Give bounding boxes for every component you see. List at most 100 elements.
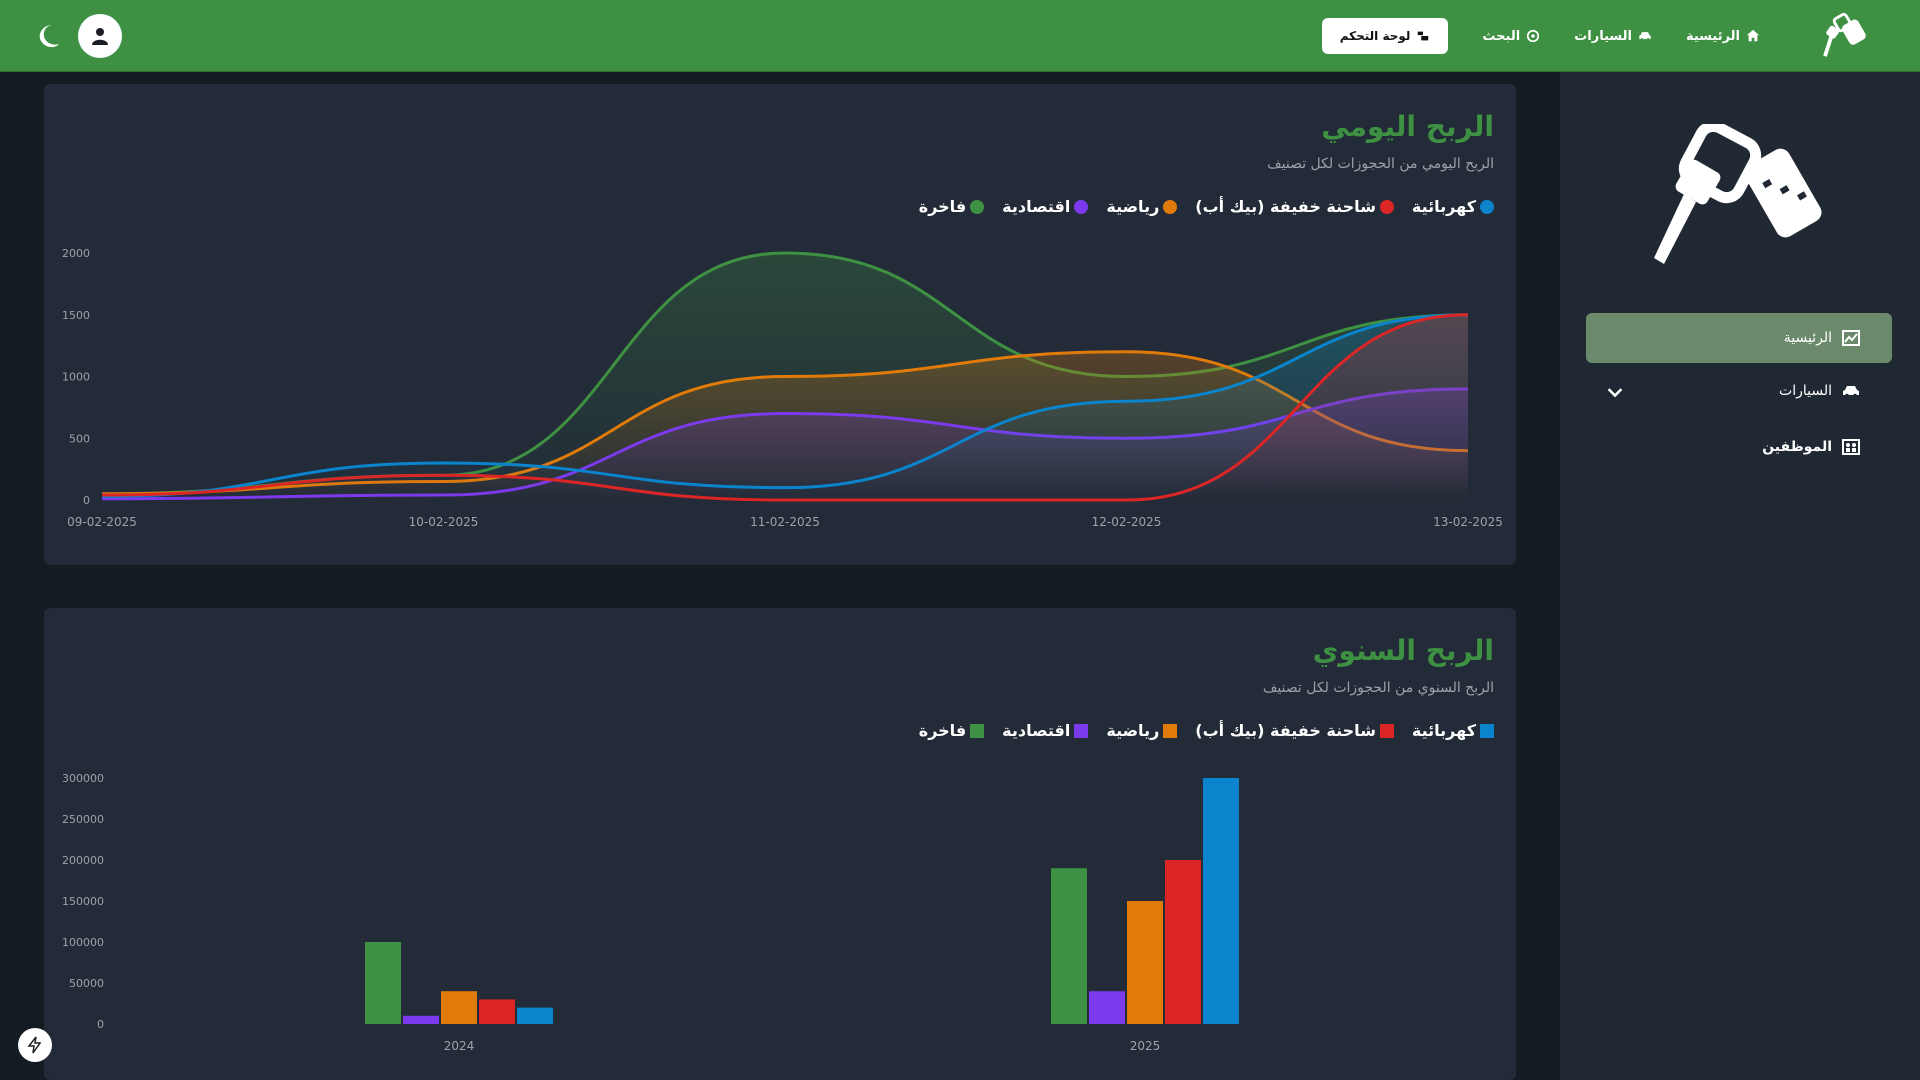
home-icon bbox=[1746, 29, 1760, 42]
y-tick-label: 300000 bbox=[62, 772, 104, 785]
bar[interactable] bbox=[1089, 991, 1125, 1024]
y-tick-label: 100000 bbox=[62, 936, 104, 949]
legend-item[interactable]: فاخرة bbox=[918, 197, 985, 216]
sidebar-item-label: الرئيسية bbox=[1783, 330, 1832, 346]
legend-item[interactable]: كهربائية bbox=[1412, 721, 1494, 740]
legend-swatch bbox=[1074, 723, 1089, 738]
top-navbar: الرئيسية السيارات البحث لوحة التحكم bbox=[0, 0, 1920, 72]
legend-swatch bbox=[1480, 199, 1494, 214]
legend-item[interactable]: اقتصادية bbox=[1002, 721, 1089, 740]
x-tick-label: 09-02-2025 bbox=[67, 515, 137, 529]
bar[interactable] bbox=[1127, 901, 1163, 1024]
sidebar-item-label: السيارات bbox=[1779, 383, 1832, 399]
yearly-profit-title: الربح السنوي bbox=[1312, 634, 1494, 667]
car-icon bbox=[1843, 386, 1859, 398]
legend-label: اقتصادية bbox=[1002, 721, 1071, 740]
yearly-profit-subtitle: الربح السنوي من الحجوزات لكل تصنيف bbox=[1262, 680, 1494, 696]
legend-label: اقتصادية bbox=[1002, 197, 1071, 216]
nav-home-link[interactable]: الرئيسية bbox=[1686, 29, 1760, 44]
daily-profit-chart: 0 500 1000 1500 2000 09-02-2025 10-02-2025 11-0… bbox=[62, 247, 1503, 529]
car-keys-logo-icon[interactable] bbox=[1822, 10, 1880, 62]
sidebar-item-home[interactable]: الرئيسية bbox=[1586, 313, 1892, 363]
users-icon bbox=[1842, 439, 1860, 455]
user-icon bbox=[92, 28, 108, 45]
yearly-profit-card: الربح السنوي الربح السنوي من الحجوزات لك… bbox=[44, 608, 1516, 1080]
x-tick-label: 2025 bbox=[1130, 1039, 1161, 1053]
dashboard-icon bbox=[1418, 31, 1429, 41]
bar[interactable] bbox=[403, 1015, 439, 1024]
sidebar-item-label: الموظفين bbox=[1762, 439, 1832, 455]
sidebar-item-staff[interactable]: الموظفين bbox=[1586, 422, 1892, 472]
legend-swatch bbox=[1480, 723, 1494, 738]
yearly-chart-legend: كهربائية شاحنة خفيفة (بيك أب) رياضية اقتصاد… bbox=[919, 721, 1494, 740]
legend-swatch bbox=[970, 199, 985, 214]
nav-search-label: البحث bbox=[1482, 28, 1521, 44]
y-tick-label: 500 bbox=[69, 432, 90, 445]
legend-item[interactable]: شاحنة خفيفة (بيك أب) bbox=[1195, 197, 1394, 216]
y-tick-label: 1500 bbox=[62, 309, 90, 322]
legend-swatch bbox=[1163, 723, 1178, 738]
bar[interactable] bbox=[441, 991, 477, 1024]
y-tick-label: 2000 bbox=[62, 247, 90, 260]
y-tick-label: 0 bbox=[83, 494, 90, 507]
legend-label: كهربائية bbox=[1411, 721, 1476, 740]
y-tick-label: 250000 bbox=[62, 813, 104, 826]
legend-label: شاحنة خفيفة (بيك أب) bbox=[1195, 197, 1376, 216]
legend-item[interactable]: شاحنة خفيفة (بيك أب) bbox=[1195, 721, 1394, 740]
bar[interactable] bbox=[1203, 778, 1239, 1024]
daily-profit-title: الربح اليومي bbox=[1321, 110, 1494, 143]
bar[interactable] bbox=[365, 942, 401, 1024]
legend-item[interactable]: فاخرة bbox=[918, 721, 985, 740]
legend-label: فاخرة bbox=[918, 197, 967, 216]
y-tick-label: 50000 bbox=[69, 977, 104, 990]
quick-action-button[interactable] bbox=[18, 1028, 52, 1062]
sidebar-item-cars[interactable]: السيارات bbox=[1586, 366, 1892, 416]
legend-label: رياضية bbox=[1106, 197, 1160, 216]
legend-label: رياضية bbox=[1106, 721, 1160, 740]
user-avatar-button[interactable] bbox=[78, 14, 122, 58]
legend-label: فاخرة bbox=[918, 721, 967, 740]
legend-item[interactable]: رياضية bbox=[1106, 721, 1178, 740]
y-tick-label: 0 bbox=[97, 1018, 104, 1031]
legend-label: كهربائية bbox=[1411, 197, 1476, 216]
bar[interactable] bbox=[1165, 860, 1201, 1024]
search-icon bbox=[1527, 29, 1540, 43]
dashboard-label: لوحة التحكم bbox=[1339, 29, 1411, 43]
dashboard-button[interactable]: لوحة التحكم bbox=[1321, 18, 1449, 54]
legend-swatch bbox=[1379, 199, 1394, 214]
legend-swatch bbox=[1379, 723, 1394, 738]
daily-chart-legend: كهربائية شاحنة خفيفة (بيك أب) رياضية اقتصاد… bbox=[919, 197, 1494, 216]
legend-item[interactable]: اقتصادية bbox=[1002, 197, 1089, 216]
legend-swatch bbox=[1074, 199, 1089, 214]
y-tick-label: 150000 bbox=[62, 895, 104, 908]
x-tick-label: 2024 bbox=[444, 1039, 475, 1053]
x-tick-label: 12-02-2025 bbox=[1092, 515, 1162, 529]
yearly-profit-chart: 0 50000 100000 150000 200000 250000 300000 2024… bbox=[62, 772, 1239, 1053]
legend-label: شاحنة خفيفة (بيك أب) bbox=[1195, 721, 1376, 740]
nav-home-label: الرئيسية bbox=[1685, 28, 1740, 44]
x-tick-label: 10-02-2025 bbox=[409, 515, 479, 529]
chart-icon bbox=[1842, 330, 1860, 346]
legend-swatch bbox=[1163, 199, 1178, 214]
y-tick-label: 1000 bbox=[62, 371, 90, 384]
lightning-icon bbox=[27, 1036, 42, 1054]
nav-cars-label: السيارات bbox=[1574, 28, 1632, 44]
legend-item[interactable]: كهربائية bbox=[1412, 197, 1494, 216]
y-tick-label: 200000 bbox=[62, 854, 104, 867]
bar[interactable] bbox=[517, 1007, 553, 1024]
nav-cars-link[interactable]: السيارات bbox=[1574, 29, 1652, 44]
bar[interactable] bbox=[479, 999, 515, 1024]
bar[interactable] bbox=[1051, 868, 1087, 1024]
nav-search-link[interactable]: البحث bbox=[1482, 29, 1540, 44]
legend-item[interactable]: رياضية bbox=[1106, 197, 1178, 216]
main-nav: الرئيسية السيارات البحث لوحة التحكم bbox=[1321, 18, 1760, 54]
car-keys-logo-icon bbox=[1654, 124, 1822, 264]
daily-profit-card: الربح اليومي الربح اليومي من الحجوزات لك… bbox=[44, 84, 1516, 565]
dark-mode-toggle-icon[interactable] bbox=[36, 22, 64, 50]
daily-profit-subtitle: الربح اليومي من الحجوزات لكل تصنيف bbox=[1267, 156, 1494, 172]
car-icon bbox=[1639, 32, 1651, 41]
legend-swatch bbox=[970, 723, 985, 738]
sidebar: الرئيسية السيارات الموظفين bbox=[1560, 72, 1920, 1080]
chevron-down-icon[interactable] bbox=[1606, 384, 1624, 402]
x-tick-label: 13-02-2025 bbox=[1433, 515, 1503, 529]
